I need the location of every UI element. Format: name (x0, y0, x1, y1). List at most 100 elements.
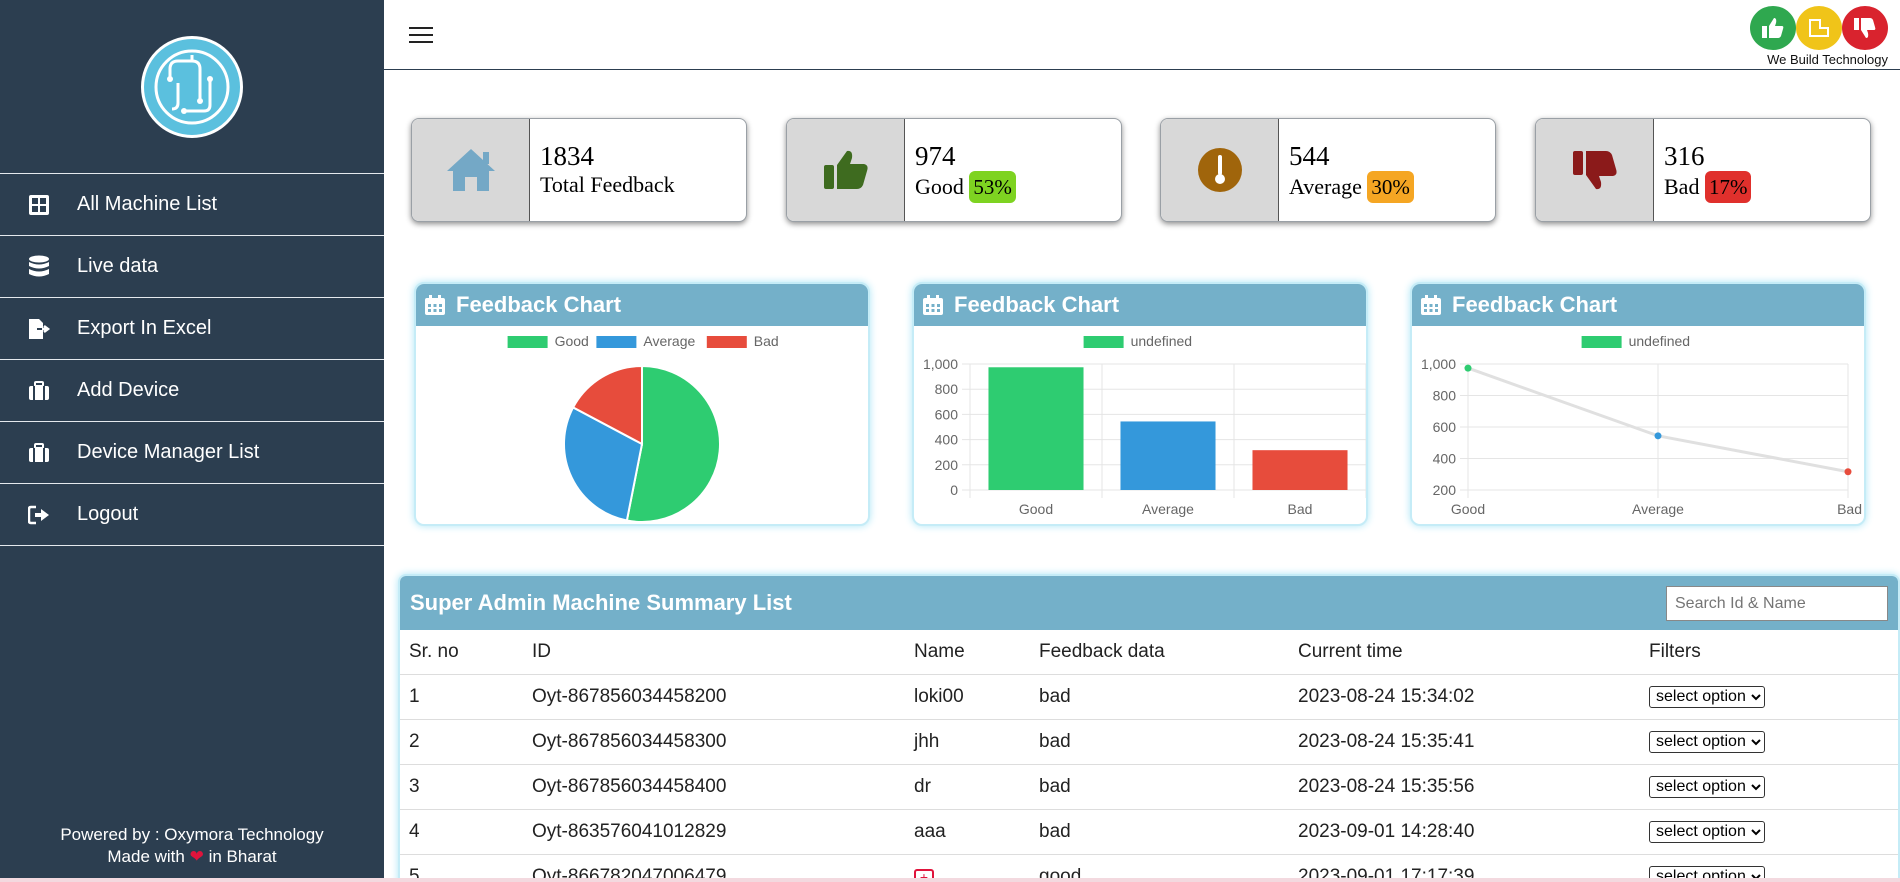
sidebar-item-device-manager-list[interactable]: Device Manager List (0, 422, 384, 484)
stat-value: 974 (915, 141, 956, 171)
sidebar-item-label: Add Device (77, 379, 180, 401)
point-average (1654, 432, 1662, 440)
thermometer-icon (1161, 119, 1279, 221)
chart-title: Feedback Chart (954, 292, 1120, 317)
x-tick-label: Good (1451, 501, 1485, 517)
x-tick-label: Bad (1288, 501, 1313, 517)
bar-bad (1252, 450, 1348, 490)
y-tick-label: 800 (1433, 388, 1457, 404)
table-row: 1 Oyt-867856034458200 loki00 bad 2023-08… (400, 674, 1898, 720)
grid-icon (0, 194, 77, 216)
stat-card-bad: 316 Bad 17% (1535, 118, 1871, 222)
cell-name: aaa (905, 809, 1030, 855)
machine-summary-table: Sr. no ID Name Feedback data Current tim… (400, 630, 1898, 882)
filter-select[interactable]: select option (1649, 730, 1765, 753)
stat-card-average: 544 Average 30% (1160, 118, 1496, 222)
y-tick-label: 400 (1433, 451, 1457, 467)
cell-sr: 4 (400, 809, 523, 855)
cell-name: jhh (905, 719, 1030, 765)
cell-sr: 1 (400, 674, 523, 720)
chart-header: Feedback Chart (1412, 284, 1864, 326)
sidebar-item-label: Export In Excel (77, 317, 212, 339)
y-tick-label: 200 (1433, 482, 1457, 498)
sidebar-item-label: Live data (77, 255, 159, 277)
y-tick-label: 600 (935, 406, 959, 422)
cell-id: Oyt-867856034458400 (523, 764, 905, 810)
sidebar-item-label: All Machine List (77, 193, 218, 215)
pie-chart: Good Average Bad (507, 333, 779, 523)
bar-average (1120, 421, 1216, 490)
menu-toggle-icon[interactable] (409, 25, 435, 45)
cell-id: Oyt-863576041012829 (523, 809, 905, 855)
sidebar-item-add-device[interactable]: Add Device (0, 360, 384, 422)
calendar-icon (1421, 295, 1441, 315)
table-header-bar: Super Admin Machine Summary List (400, 576, 1898, 630)
thumbs-sideways-bubble-icon (1796, 6, 1842, 50)
filter-select[interactable]: select option (1649, 820, 1765, 843)
filter-select[interactable]: select option (1649, 685, 1765, 708)
sidebar-item-live-data[interactable]: Live data (0, 236, 384, 298)
circuit-logo-icon (154, 49, 230, 124)
cell-sr: 2 (400, 719, 523, 765)
stat-value: 544 (1289, 141, 1330, 171)
thumbs-down-icon (1536, 119, 1654, 221)
main-content: We Build Technology 1834 Total Feedback … (384, 0, 1900, 882)
legend-label: undefined (1131, 333, 1193, 349)
column-header: Sr. no (400, 630, 523, 675)
chart-title: Feedback Chart (456, 292, 622, 317)
top-bar: We Build Technology (384, 0, 1900, 70)
chart-header: Feedback Chart (914, 284, 1366, 326)
sidebar-item-label: Logout (77, 503, 139, 525)
point-good (1464, 364, 1472, 372)
point-bad (1844, 468, 1852, 476)
stat-label: Bad (1664, 174, 1700, 199)
briefcase-icon (0, 380, 77, 401)
cell-id: Oyt-867856034458200 (523, 674, 905, 720)
filter-select[interactable]: select option (1649, 775, 1765, 798)
sidebar-item-all-machine-list[interactable]: All Machine List (0, 174, 384, 236)
x-tick-label: Bad (1837, 501, 1862, 517)
thumbs-down-bubble-icon (1842, 6, 1888, 50)
column-header: Current time (1289, 630, 1640, 675)
chart-header: Feedback Chart (416, 284, 868, 326)
cell-feedback: bad (1030, 719, 1289, 765)
stat-percent-badge: 17% (1704, 171, 1752, 203)
column-header: Filters (1640, 630, 1898, 675)
stat-label: Average (1289, 174, 1362, 199)
sidebar-item-label: Device Manager List (77, 441, 260, 463)
table-row: 2 Oyt-867856034458300 jhh bad 2023-08-24… (400, 719, 1898, 765)
y-tick-label: 600 (1433, 419, 1457, 435)
sidebar: All Machine List Live data Export In Exc… (0, 0, 384, 882)
calendar-icon (425, 295, 445, 315)
feedback-bar-chart-card: Feedback Chart undefined 0 200 400 600 800 1,0… (912, 282, 1368, 526)
column-header: Feedback data (1030, 630, 1289, 675)
cell-time: 2023-08-24 15:35:41 (1289, 719, 1640, 765)
x-tick-label: Average (1142, 501, 1194, 517)
cell-feedback: bad (1030, 674, 1289, 720)
machine-summary-table-card: Super Admin Machine Summary List Sr. no … (398, 574, 1900, 882)
search-input[interactable] (1666, 586, 1888, 621)
column-header: Name (905, 630, 1030, 675)
y-tick-label: 400 (935, 432, 959, 448)
table-row: 4 Oyt-863576041012829 aaa bad 2023-09-01… (400, 809, 1898, 855)
cell-id: Oyt-867856034458300 (523, 719, 905, 765)
feedback-line-chart-card: Feedback Chart undefined 200 400 600 800 1,00… (1410, 282, 1866, 526)
sidebar-item-logout[interactable]: Logout (0, 484, 384, 546)
legend-label: undefined (1629, 333, 1691, 349)
stat-percent-badge: 53% (969, 171, 1016, 203)
cell-sr: 3 (400, 764, 523, 810)
legend-label: Average (643, 333, 695, 349)
app-logo[interactable] (141, 35, 243, 138)
cell-feedback: bad (1030, 809, 1289, 855)
y-tick-label: 200 (935, 457, 959, 473)
table-header-row: Sr. no ID Name Feedback data Current tim… (400, 630, 1898, 675)
logo-area (0, 0, 384, 174)
legend-swatch (1581, 336, 1622, 348)
sidebar-item-export-in-excel[interactable]: Export In Excel (0, 298, 384, 360)
briefcase-icon (0, 442, 77, 463)
heart-icon: ❤ (189, 847, 204, 866)
powered-by-text: Powered by : Oxymora Technology (60, 825, 324, 844)
cell-name: dr (905, 764, 1030, 810)
logout-icon (0, 505, 77, 525)
bar-chart: undefined 0 200 400 600 800 1,000 Good Average Ba… (923, 333, 1366, 517)
